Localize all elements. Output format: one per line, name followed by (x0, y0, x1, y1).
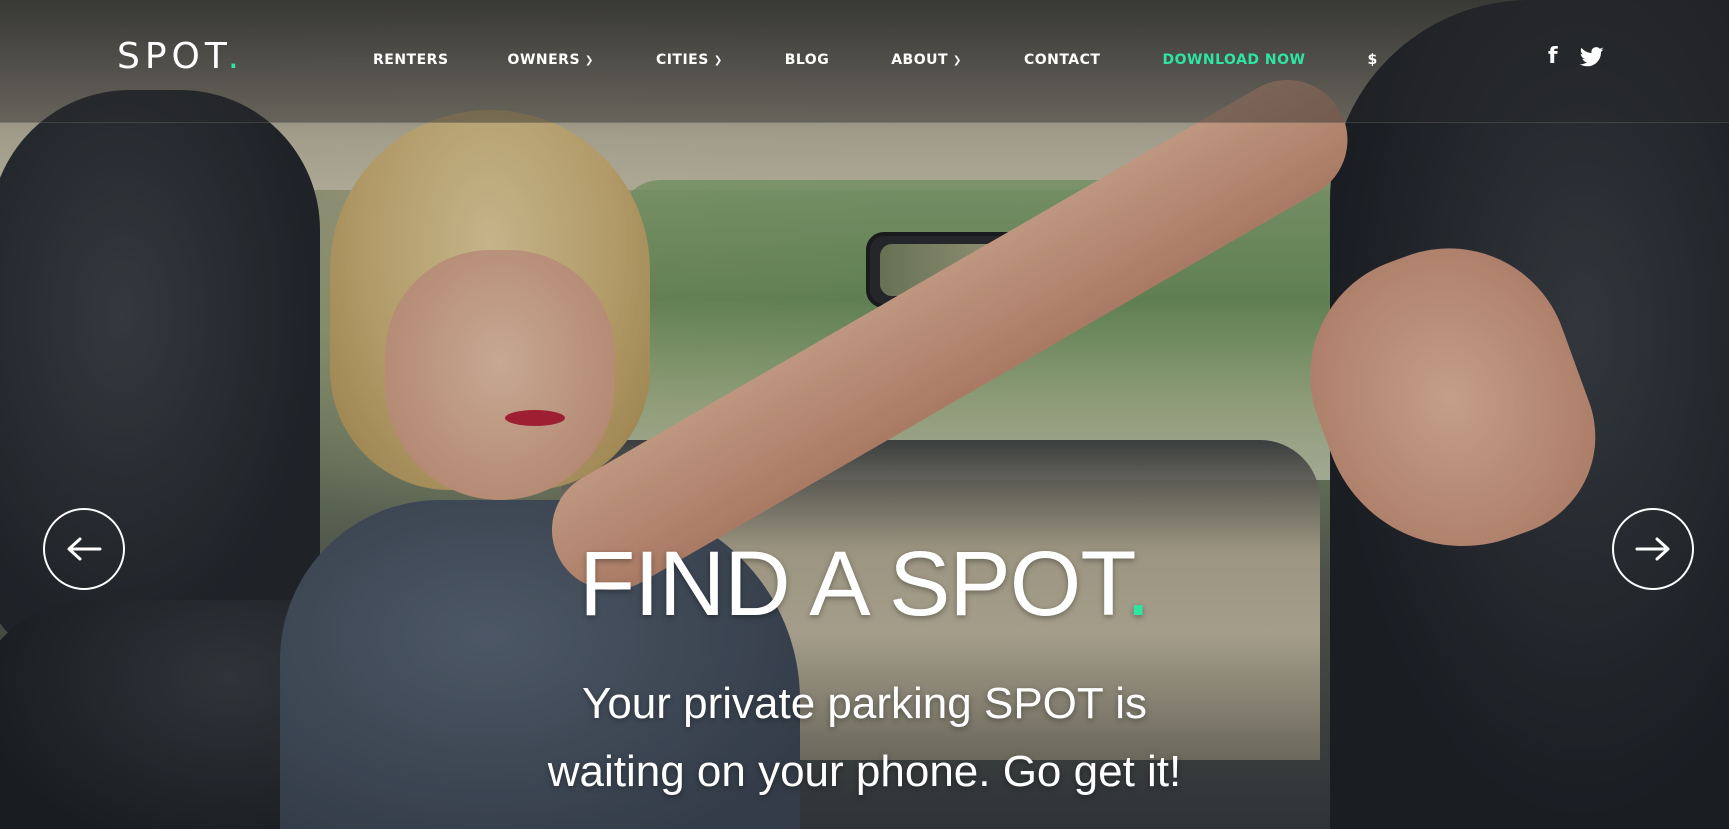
twitter-icon[interactable] (1579, 46, 1604, 67)
brand-name: SPOT (117, 36, 228, 77)
nav-item-label: OWNERS (507, 52, 581, 68)
arrow-right-icon (1635, 537, 1670, 561)
nav-item-label: CONTACT (1023, 52, 1101, 68)
nav-item-currency[interactable]: $ (1367, 52, 1377, 68)
nav-item-contact[interactable]: CONTACT (1024, 52, 1101, 68)
nav-item-about[interactable]: ABOUT ❯ (891, 52, 962, 68)
nav-item-label: $ (1367, 52, 1378, 68)
nav-item-label: RENTERS (373, 52, 449, 68)
nav-item-cities[interactable]: CITIES ❯ (656, 52, 723, 68)
top-navbar: SPOT. RENTERS OWNERS ❯ CITIES ❯ BLOG ABO… (0, 0, 1729, 123)
chevron-down-icon: ❯ (953, 54, 962, 66)
chevron-down-icon: ❯ (713, 54, 723, 66)
chevron-down-icon: ❯ (585, 54, 594, 66)
nav-item-label: BLOG (784, 52, 830, 68)
nav-item-blog[interactable]: BLOG (785, 52, 830, 68)
hero-slider: SPOT. RENTERS OWNERS ❯ CITIES ❯ BLOG ABO… (0, 0, 1729, 829)
nav-item-download-now[interactable]: DOWNLOAD NOW (1162, 52, 1305, 68)
nav-item-label: ABOUT (891, 52, 949, 68)
nav-item-renters[interactable]: RENTERS (373, 52, 449, 68)
nav-item-label: DOWNLOAD NOW (1162, 52, 1306, 68)
facebook-icon[interactable]: f (1548, 44, 1558, 69)
hero-title-dot: . (1125, 533, 1151, 635)
hero-title-text: FIND A SPOT (579, 533, 1126, 635)
hero-subtitle-line-2: waiting on your phone. Go get it! (547, 747, 1182, 796)
hero-title: FIND A SPOT. (0, 532, 1729, 637)
hero-subtitle: Your private parking SPOT is waiting on … (0, 670, 1729, 806)
social-links: f (1548, 44, 1604, 69)
slider-next-button[interactable] (1612, 508, 1694, 590)
arrow-left-icon (67, 537, 102, 561)
nav-item-label: CITIES (655, 52, 709, 68)
nav-item-owners[interactable]: OWNERS ❯ (508, 52, 594, 68)
brand-logo[interactable]: SPOT. (117, 36, 244, 77)
slider-prev-button[interactable] (43, 508, 125, 590)
brand-dot: . (227, 36, 245, 77)
main-nav: RENTERS OWNERS ❯ CITIES ❯ BLOG ABOUT ❯ C… (373, 52, 1378, 68)
hero-subtitle-line-1: Your private parking SPOT is (582, 679, 1147, 728)
